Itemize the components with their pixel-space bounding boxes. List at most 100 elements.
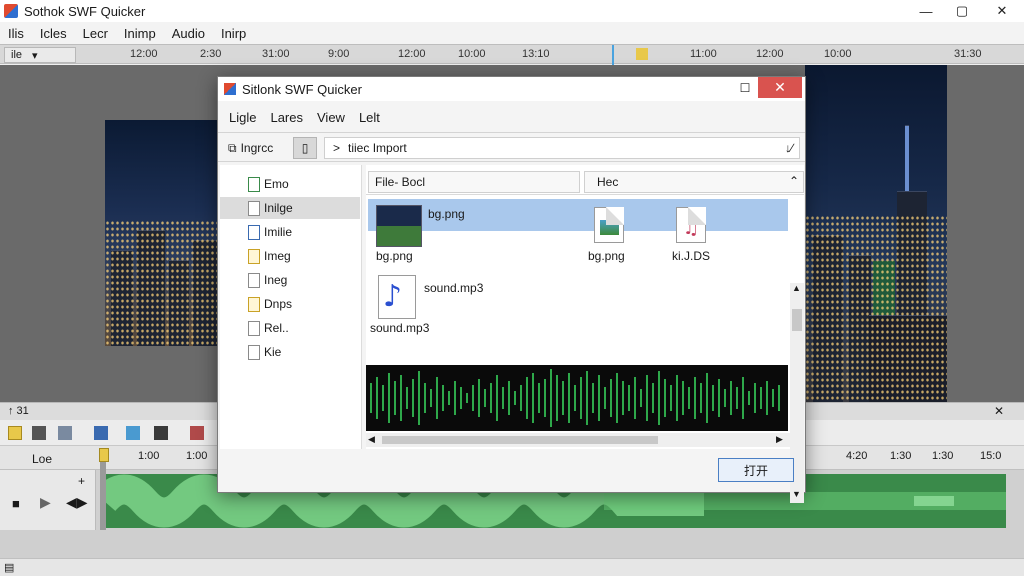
horizontal-scroll-thumb[interactable] [382,436,658,444]
sidebar-item-selected[interactable]: Inilge [220,197,360,219]
ruler-tick: 13:10 [522,48,550,60]
import-button[interactable]: ⧉ Ingrcc [224,137,277,159]
ruler-tick: 12:00 [756,48,784,60]
column-type[interactable]: Hec ⌃ [584,171,804,193]
dialog-menu-bar: Ligle Lares View Lelt [218,105,805,129]
add-track-icon[interactable]: + [78,474,85,488]
menu-item[interactable]: Audio [164,26,213,41]
image-file-icon [248,177,260,192]
screen-icon[interactable] [94,426,108,440]
volume-icon[interactable]: ◀▶ [66,494,88,511]
dialog-close-button[interactable]: ✕ [758,77,802,98]
save-icon[interactable] [32,426,46,440]
sidebar-item[interactable]: Kie [220,341,360,363]
timeline-header-label: ↑ 31 [8,405,29,417]
print-icon[interactable] [58,426,72,440]
music-file-icon[interactable]: ♫ [676,207,706,243]
file-caption: ki.J.DS [672,249,711,263]
folder-icon[interactable] [8,426,22,440]
stop-icon[interactable]: ■ [12,496,20,511]
ruler-tick: 11:00 [690,48,717,60]
dialog-menu-item[interactable]: Ligle [222,110,263,125]
app-icon [4,4,18,18]
timeline-empty-area [0,530,1024,558]
scroll-down-icon[interactable]: ▼ [792,489,801,499]
view-toggle-button[interactable]: ▯ [293,137,317,159]
menu-item[interactable]: Inimp [116,26,164,41]
path-chevron-icon[interactable]: ↓∕ [785,141,793,155]
sidebar-item-label: Imilie [264,225,293,239]
sidebar-item[interactable]: Imeg [220,245,360,267]
column-name[interactable]: File- Bocl [368,171,580,193]
vertical-scroll-thumb[interactable] [792,309,802,331]
sidebar-item[interactable]: Emo [220,173,360,195]
timeline-tick: 4:20 [846,450,868,462]
play-icon[interactable]: ▶ [40,494,51,511]
open-button[interactable]: 打开 [718,458,794,482]
dialog-title-bar: Sitlonk SWF Quicker [218,77,805,101]
document-file-icon [248,225,260,240]
maximize-button[interactable]: ▢ [940,0,984,22]
sidebar-item-label: Dnps [264,297,293,311]
folder-file-icon [248,249,260,264]
track-label: Loe [32,452,53,466]
playhead-handle[interactable] [99,448,109,462]
sidebar-item-label: Inilge [264,201,293,215]
ruler-cursor[interactable] [636,48,648,60]
horizontal-scrollbar[interactable]: ◀ ▶ [366,433,790,447]
sidebar-item-label: Ineg [264,273,288,287]
sidebar-item[interactable]: Ineg [220,269,360,291]
status-bar: ▤ [0,558,1024,576]
file-icon [248,273,260,288]
menu-item[interactable]: Ilis [0,26,32,41]
time-ruler[interactable]: ile ▾ 12:00 2:30 31:00 9:00 12:00 10:00 … [0,44,1024,65]
scroll-left-icon[interactable]: ◀ [368,434,375,445]
ruler-tick: 12:00 [130,48,158,60]
file-name: bg.png [428,207,465,221]
scroll-right-icon[interactable]: ▶ [776,434,783,445]
import-label: Ingrcc [240,141,274,155]
ruler-dropdown-label: ile [11,49,23,61]
timeline-tick: 1:00 [186,450,208,462]
sidebar-item[interactable]: Imilie [220,221,360,243]
dialog-menu-item[interactable]: Lelt [352,110,387,125]
waveform-preview [366,365,788,431]
ruler-tick: 9:00 [328,48,350,60]
file-icon [248,321,260,336]
menu-item[interactable]: Lecr [75,26,116,41]
link-icon[interactable] [154,426,168,440]
scroll-up-icon[interactable]: ▲ [792,283,801,293]
panel-icon: ▯ [301,141,309,155]
timeline-tick: 1:30 [932,450,954,462]
timeline-tick: 15:0 [980,450,1002,462]
dialog-menu-item[interactable]: View [310,110,352,125]
file-list: File- Bocl Hec ⌃ bg.png bg.png bg.png ♫ … [366,165,804,503]
dialog-sidebar: Emo Inilge Imilie Imeg Ineg Dnps Rel.. K… [220,165,362,449]
import-icon: ⧉ [228,140,237,155]
dialog-maximize-button[interactable]: ☐ [730,77,760,99]
ruler-dropdown[interactable]: ile ▾ [4,47,76,63]
dialog-menu-item[interactable]: Lares [263,110,310,125]
menu-item[interactable]: Icles [32,26,75,41]
close-button[interactable]: ✕ [980,0,1024,22]
menu-item[interactable]: Inirp [213,26,254,41]
city-image-left [105,120,220,346]
path-bar[interactable]: > tiiec Import ↓∕ [324,137,800,159]
ruler-tick: 31:00 [262,48,290,60]
timeline-tick: 1:00 [138,450,160,462]
file-icon [248,345,260,360]
sidebar-item[interactable]: Rel.. [220,317,360,339]
dialog-title: Sitlonk SWF Quicker [242,81,362,97]
chevron-down-icon: ▾ [32,49,38,62]
image-thumbnail[interactable] [376,205,422,247]
file-name: sound.mp3 [424,281,484,295]
music-note-icon[interactable]: ♪ [378,275,416,319]
close-icon[interactable]: ✕ [994,404,1004,418]
title-bar: Sothok SWF Quicker — ▢ ✕ [0,0,1024,22]
image-file-icon[interactable] [594,207,624,243]
folder-file-icon [248,297,260,312]
add-icon[interactable] [126,426,140,440]
grid-icon[interactable]: ▤ [4,561,14,574]
effects-icon[interactable] [190,426,204,440]
sidebar-item[interactable]: Dnps [220,293,360,315]
